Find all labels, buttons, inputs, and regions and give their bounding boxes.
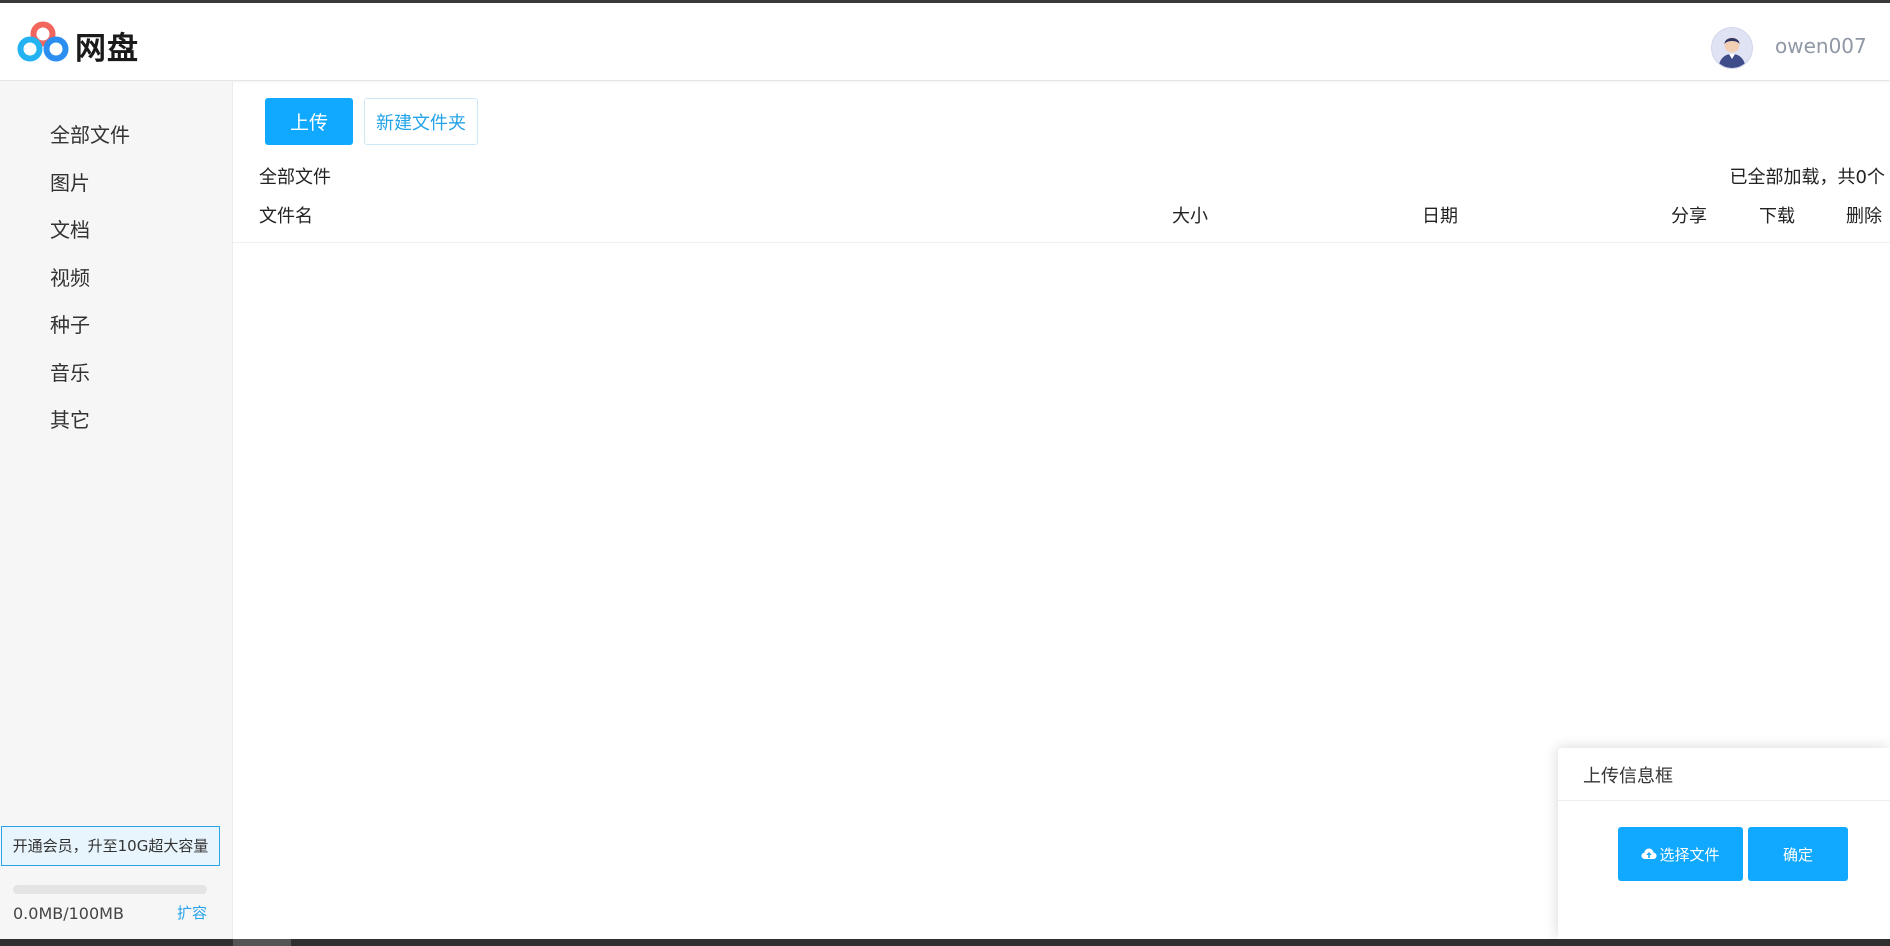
horizontal-scrollbar-thumb[interactable] xyxy=(233,939,291,946)
expand-storage-link[interactable]: 扩容 xyxy=(177,902,207,923)
confirm-button[interactable]: 确定 xyxy=(1748,827,1848,881)
vip-upgrade-banner[interactable]: 开通会员，升至10G超大容量 xyxy=(1,826,220,866)
column-header-download: 下载 xyxy=(1759,206,1795,227)
breadcrumb[interactable]: 全部文件 xyxy=(259,163,331,189)
new-folder-button[interactable]: 新建文件夹 xyxy=(364,98,478,145)
user-avatar[interactable] xyxy=(1711,27,1753,69)
load-status-text: 已全部加载，共0个 xyxy=(1729,167,1885,188)
app-header: 网盘 owen007 xyxy=(0,3,1890,81)
cloud-logo-icon xyxy=(17,21,69,62)
column-header-filename: 文件名 xyxy=(259,206,313,227)
choose-file-label: 选择文件 xyxy=(1659,845,1720,864)
column-header-share: 分享 xyxy=(1671,206,1707,227)
sidebar-item-music[interactable]: 音乐 xyxy=(50,357,90,386)
column-header-delete: 删除 xyxy=(1846,206,1882,227)
sidebar-item-other[interactable]: 其它 xyxy=(50,404,90,433)
brand-name: 网盘 xyxy=(75,31,139,67)
column-header-date: 日期 xyxy=(1422,206,1458,227)
storage-usage-text: 0.0MB/100MB xyxy=(13,904,124,923)
table-header-divider xyxy=(233,242,1890,243)
sidebar-item-torrents[interactable]: 种子 xyxy=(50,309,90,338)
sidebar-item-videos[interactable]: 视频 xyxy=(50,262,90,291)
column-header-size: 大小 xyxy=(1172,206,1208,227)
sidebar-item-all-files[interactable]: 全部文件 xyxy=(50,119,130,148)
user-avatar-icon xyxy=(1712,28,1752,68)
cloud-upload-icon xyxy=(1641,848,1657,859)
upload-button[interactable]: 上传 xyxy=(265,98,353,145)
storage-progress-bar xyxy=(13,885,207,894)
sidebar-item-images[interactable]: 图片 xyxy=(50,167,90,196)
upload-panel-header: 上传信息框 xyxy=(1558,748,1890,801)
upload-panel-title: 上传信息框 xyxy=(1583,766,1673,787)
sidebar-item-documents[interactable]: 文档 xyxy=(50,214,90,243)
username[interactable]: owen007 xyxy=(1775,34,1867,58)
choose-file-button[interactable]: 选择文件 xyxy=(1618,827,1743,881)
sidebar: 全部文件 图片 文档 视频 种子 音乐 其它 开通会员，升至10G超大容量 0.… xyxy=(0,81,233,939)
upload-info-panel: 上传信息框 选择文件 确定 xyxy=(1558,748,1890,939)
